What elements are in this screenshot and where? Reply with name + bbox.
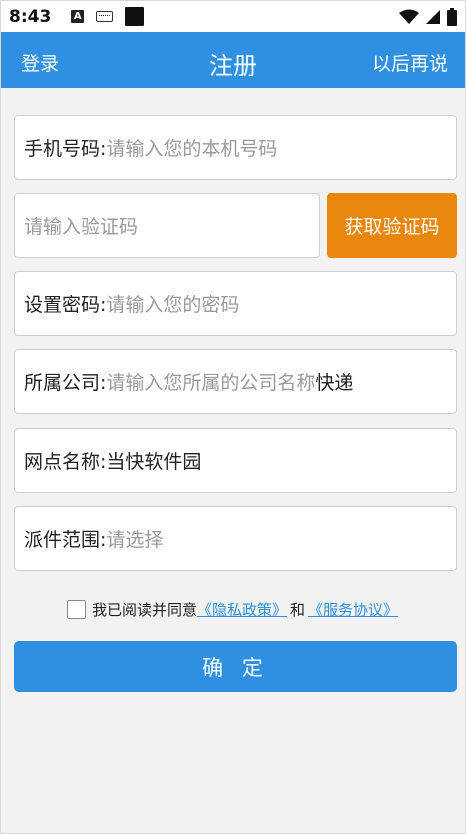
- delivery-range-label: 派件范围:: [24, 529, 107, 551]
- agreement-row: 我已阅读并同意 《隐私政策》 和 《服务协议》: [67, 598, 398, 620]
- signal-icon: [426, 9, 440, 24]
- verify-code-input[interactable]: 请输入验证码: [24, 212, 138, 239]
- app-bar: 登录 注册 以后再说: [1, 32, 465, 88]
- password-field[interactable]: 设置密码: 请输入您的密码: [14, 271, 457, 336]
- branch-input[interactable]: 当快软件园: [106, 447, 201, 474]
- square-notification-icon: [125, 7, 145, 26]
- agreement-and-text: 和: [290, 600, 306, 619]
- company-label: 所属公司:: [24, 372, 107, 394]
- privacy-policy-link[interactable]: 《隐私政策》: [197, 599, 287, 620]
- company-input-value[interactable]: 快递: [315, 368, 353, 395]
- status-time: 8:43: [9, 6, 52, 27]
- get-verify-code-button[interactable]: 获取验证码: [327, 193, 457, 258]
- phone-label: 手机号码:: [24, 138, 107, 160]
- password-label: 设置密码:: [24, 294, 107, 316]
- delivery-range-select[interactable]: 请选择: [106, 525, 163, 552]
- branch-field[interactable]: 网点名称: 当快软件园: [14, 428, 457, 493]
- company-field[interactable]: 所属公司: 请输入您所属的公司名称 快递: [14, 349, 457, 414]
- phone-input[interactable]: 请输入您的本机号码: [106, 134, 277, 161]
- agreement-text: 我已阅读并同意: [92, 600, 198, 619]
- service-agreement-link[interactable]: 《服务协议》: [308, 599, 398, 620]
- verify-code-field[interactable]: 请输入验证码: [14, 193, 320, 258]
- branch-label: 网点名称:: [24, 451, 107, 473]
- keyboard-icon: [96, 11, 114, 22]
- confirm-button[interactable]: 确 定: [14, 641, 457, 692]
- phone-field[interactable]: 手机号码: 请输入您的本机号码: [14, 115, 457, 180]
- company-input-placeholder[interactable]: 请输入您所属的公司名称: [106, 368, 315, 395]
- status-bar: 8:43 A: [1, 1, 465, 32]
- agree-checkbox[interactable]: [67, 599, 86, 619]
- battery-icon: [447, 7, 457, 26]
- skip-button[interactable]: 以后再说: [372, 49, 448, 76]
- wifi-icon: [399, 9, 419, 24]
- delivery-range-field[interactable]: 派件范围: 请选择: [14, 506, 457, 571]
- a-notification-icon: A: [71, 10, 85, 23]
- password-input[interactable]: 请输入您的密码: [106, 290, 239, 317]
